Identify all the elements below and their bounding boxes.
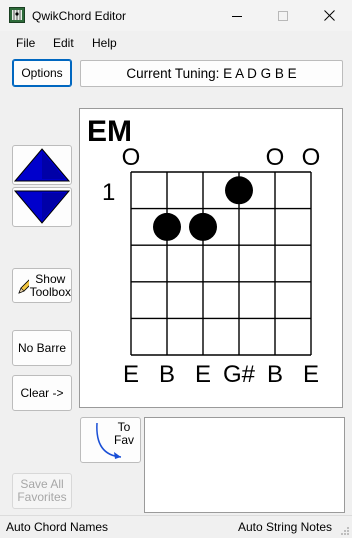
fret-up-button[interactable]	[12, 145, 72, 185]
close-icon	[323, 10, 335, 21]
window-title: QwikChord Editor	[32, 9, 127, 23]
status-auto-chord-names: Auto Chord Names	[6, 520, 109, 534]
status-auto-string-notes: Auto String Notes	[237, 520, 332, 534]
open-string-marker: O	[266, 144, 285, 171]
options-button-label: Options	[21, 66, 63, 80]
clear-button[interactable]: Clear ->	[12, 375, 72, 411]
current-tuning-text: Current Tuning: E A D G B E	[126, 66, 297, 81]
maximize-button	[260, 0, 306, 31]
status-bar: Auto Chord Names Auto String Notes	[0, 515, 352, 538]
save-all-label-line2: Favorites	[17, 490, 67, 504]
app-icon	[9, 7, 25, 23]
show-toolbox-label-line1: Show	[35, 271, 66, 286]
minimize-button[interactable]	[214, 0, 260, 31]
open-string-marker: O	[302, 144, 321, 171]
finger-dot[interactable]	[153, 212, 181, 241]
string-note-label: E	[303, 361, 319, 388]
up-arrow-icon	[13, 148, 71, 182]
minimize-icon	[232, 15, 242, 17]
show-toolbox-button[interactable]: Show Toolbox	[12, 268, 72, 303]
start-fret-number: 1	[102, 179, 115, 206]
clear-label: Clear ->	[20, 386, 64, 400]
menu-help[interactable]: Help	[92, 36, 117, 50]
pencil-icon	[18, 279, 29, 294]
to-fav-label-line2: Fav	[113, 433, 134, 447]
favorites-list[interactable]	[144, 417, 345, 513]
current-tuning-display[interactable]: Current Tuning: E A D G B E	[80, 60, 343, 87]
menu-edit[interactable]: Edit	[53, 36, 74, 50]
close-button[interactable]	[306, 0, 352, 31]
resize-grip-icon[interactable]	[340, 526, 350, 536]
finger-dot[interactable]	[225, 176, 253, 205]
to-fav-button[interactable]: To Fav	[80, 417, 141, 463]
down-arrow-icon	[13, 190, 71, 224]
string-note-label: E	[123, 361, 139, 388]
string-note-label: E	[195, 361, 211, 388]
string-note-label: B	[159, 361, 175, 388]
show-toolbox-label-line2: Toolbox	[29, 284, 71, 299]
menu-bar: File Edit Help	[0, 31, 352, 55]
string-note-label: B	[267, 361, 283, 388]
save-all-favorites-button: Save All Favorites	[12, 473, 72, 509]
string-note-label: G#	[223, 361, 256, 388]
fret-down-button[interactable]	[12, 187, 72, 227]
title-bar: QwikChord Editor	[0, 0, 352, 31]
chord-diagram[interactable]: EM 1 OOO E B E G# B E	[80, 109, 342, 407]
options-button[interactable]: Options	[12, 59, 72, 87]
no-barre-label: No Barre	[17, 341, 67, 355]
chord-diagram-panel[interactable]: EM 1 OOO E B E G# B E	[79, 108, 343, 408]
open-string-marker: O	[122, 144, 141, 171]
finger-dot[interactable]	[189, 212, 217, 241]
maximize-icon	[278, 10, 288, 21]
menu-file[interactable]: File	[16, 36, 35, 50]
no-barre-button[interactable]: No Barre	[12, 330, 72, 366]
